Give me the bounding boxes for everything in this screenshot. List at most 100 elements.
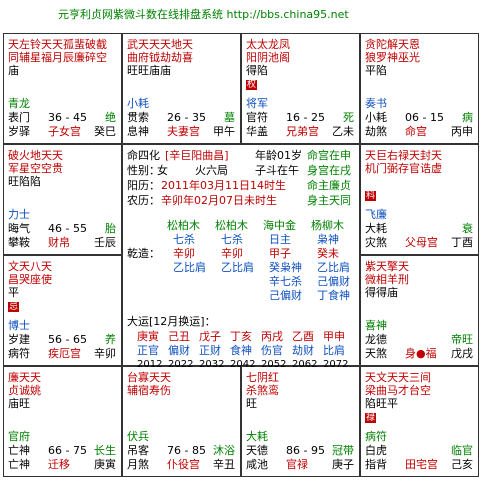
center-text: 命主廉贞 [307,179,351,192]
suihuo: 官符 [246,111,268,124]
palace-tag: 力士 [8,208,30,221]
center-text: 乙比肩 [173,261,206,274]
life-stage: 病 [462,111,473,124]
life-stage: 胎 [105,222,116,235]
star-names-1: 文天八天 [8,260,52,273]
age-range: 46 - 55 [48,222,87,235]
center-text: 乙比肩 [221,261,254,274]
star-brightness: 旺旺庙庙 [127,64,171,77]
gong-name: 父母宫 [405,236,438,249]
palace-tag: 小耗 [127,97,149,110]
star-names-2: 贞诚姚 [8,384,41,397]
hua-badge: 权 [246,80,258,90]
palace-tag: 大耗 [246,430,268,443]
palace-zi: 七阴红 杀煞鸾旺大耗 天德 86 - 95 冠带 咸池 官禄 庚子 [241,366,360,477]
center-text: 性别： [127,164,160,177]
age-range: 56 - 65 [48,333,87,346]
palace-tag: 伏兵 [127,430,149,443]
ganzhi: 癸巳 [94,125,116,138]
dayun-year: 2012 [137,359,163,370]
center-text: 乙比肩 [317,261,350,274]
ganzhi: 辛卯 [94,347,116,360]
ganzhi: 戊戌 [451,347,473,360]
suihuo: 亡神 [8,444,30,457]
life-stage: 沐浴 [213,444,235,457]
shensha: 月煞 [127,458,149,471]
star-names-2: 微相羊刑 [365,273,409,286]
palace-shen: 贪陀解天恩 狼罗神巫光 平陷 奏书 小耗 06 - 15 病劫煞 命宫 丙申 [360,33,479,144]
suihuo: 白虎 [365,444,387,457]
star-names-1: 天左铃天天孤蜚破截 [8,38,107,51]
star-names-1: 贪陀解天恩 [365,38,420,51]
star-names-2: 曲府钺劫劫喜 [127,51,193,64]
dayun-shishen: 伤官 [261,344,283,357]
dayun-ganzhi: 甲申 [323,330,345,343]
dayun-ganzhi: 戊子 [199,330,221,343]
center-text: 辛卯 [221,247,243,260]
star-brightness [365,175,477,188]
suihuo: 吊客 [127,444,149,457]
palace-you: 天巨右禄天封天 机门弼存官诰虚科飞廉 大耗 衰灾煞 父母宫 丁酉 [360,144,479,255]
gong-name: 身●福 [405,347,437,360]
star-brightness: 陷旺平 [365,397,398,410]
center-text: 身主天同 [307,194,351,207]
gong-name: 命宫 [405,125,427,138]
center-text: 丁食神 [317,289,350,302]
age-range: 16 - 25 [286,111,325,124]
center-text: 辛卯年02月07日未时生 [161,194,277,207]
suihuo: 龙德 [365,333,387,346]
palace-chou: 台寡天天 辅宿寿伤 伏兵 吊客 76 - 85 沐浴 月煞 仆役宫 辛丑 [122,366,241,477]
star-names-1: 廉天天 [8,371,41,384]
dayun-year: 2052 [261,359,287,370]
gong-name: 田宅宫 [405,458,438,471]
gong-name: 兄弟宫 [286,125,319,138]
life-stage: 帝旺 [451,333,473,346]
star-names-1: 台寡天天 [127,371,171,384]
center-text: 农历： [127,194,160,207]
life-stage: 冠带 [332,444,354,457]
star-names-1: 天巨右禄天封天 [365,149,442,162]
star-names-1: 武天天天地天 [127,38,193,51]
star-names-2: 杀煞鸾 [246,384,279,397]
palace-tag: 病符 [365,430,387,443]
center-text: 枭神 [317,233,339,246]
center-text: 甲子 [269,247,291,260]
palace-tag: 奏书 [365,97,387,110]
palace-tag: 博士 [8,319,30,332]
age-range: 66 - 75 [48,444,87,457]
ganzhi: 辛丑 [213,458,235,471]
dayun-ganzhi: 庚寅 [137,330,159,343]
center-text: 杨柳木 [311,219,344,232]
gong-name: 仆役宫 [167,458,200,471]
center-text: 日主 [269,233,291,246]
palace-xu: 紫天擎天 微相羊刑 得得庙 喜神 龙德 帝旺 天煞 身●福 戊戌 [360,255,479,366]
dayun-shishen: 偏财 [168,344,190,357]
star-names-1: 太太龙凤 [246,38,290,51]
star-names-2: 狼罗神巫光 [365,51,420,64]
dayun-year: 2072 [323,359,349,370]
center-text: 七杀 [173,233,195,246]
star-brightness: 庙旺 [8,397,30,410]
center-text: 辛七杀 [269,275,302,288]
center-text: 命四化 [127,149,160,162]
palace-hai: 天文天天三间 梁曲马才台空 陷旺平禄病符 白虎 临官 指背 田宅宫 己亥 [360,366,479,477]
dayun-ganzhi: 己丑 [168,330,190,343]
center-text: 乾造： [127,247,160,260]
center-text: 海中金 [263,219,296,232]
hua-badge: 科 [365,191,377,201]
hua-badge: 忌 [8,302,20,312]
age-range: 36 - 45 [48,111,87,124]
suihuo: 贯索 [127,111,149,124]
palace-tag: 喜神 [365,319,387,332]
center-text: 七杀 [221,233,243,246]
star-names-2: 阳阴池阁 [246,51,290,64]
life-stage: 绝 [105,111,116,124]
star-names-2: 辅宿寿伤 [127,384,171,397]
gong-name: 迁移 [48,458,70,471]
center-text: 命宫在申 [307,149,351,162]
star-brightness: 得得庙 [365,286,398,299]
suihuo: 岁建 [8,333,30,346]
palace-chen: 破火地天天 军星空空贵 旺陷陷 力士 晦气 46 - 55 胎攀鞍 财帛 壬辰 [3,144,122,255]
dayun-shishen: 正官 [137,344,159,357]
header: 元亨利贞网紫微斗数在线排盘系统 http://bbs.china95.net [0,0,482,30]
